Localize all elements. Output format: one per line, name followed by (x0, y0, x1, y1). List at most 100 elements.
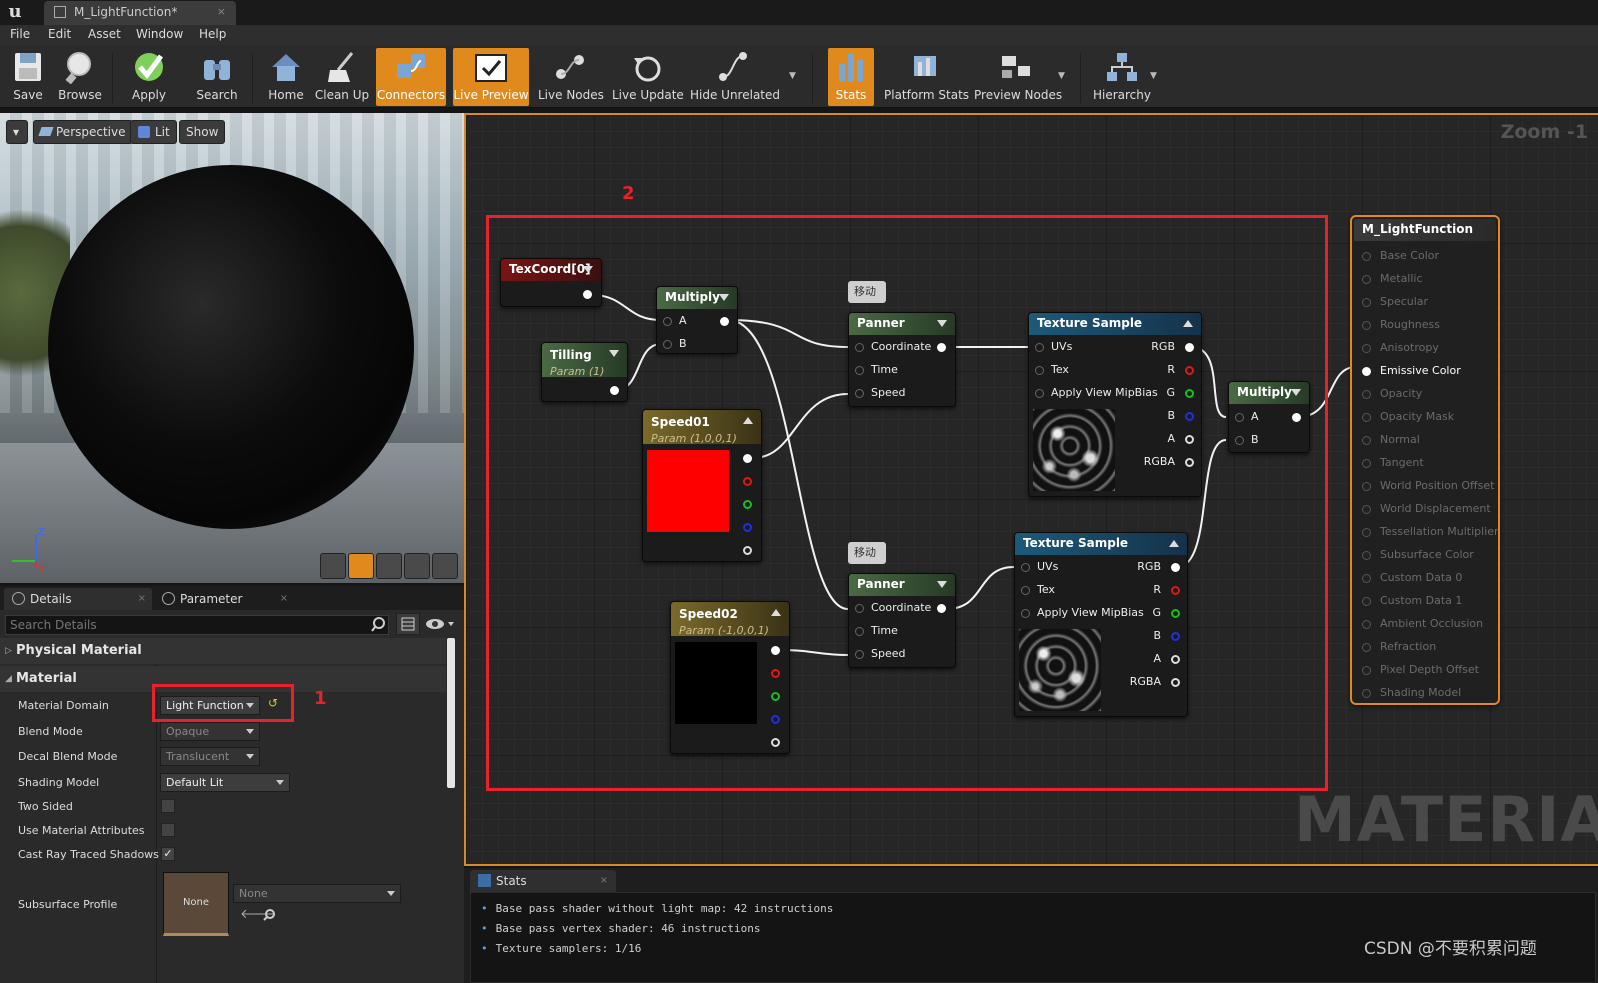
cylinder-preview-button[interactable] (320, 553, 346, 579)
viewport-options-button[interactable]: ▾ (6, 120, 28, 144)
visibility-filter-button[interactable] (424, 615, 456, 633)
search-details-input[interactable] (5, 615, 389, 635)
lit-button[interactable]: Lit (130, 120, 177, 144)
main-material-input-pin[interactable] (1362, 413, 1371, 422)
stats-line: • Base pass shader without light map: 42 … (481, 902, 833, 915)
tab-details[interactable]: Details × (4, 588, 152, 610)
cast-ray-traced-shadows-checkbox[interactable]: ✓ (161, 847, 175, 861)
subsurface-profile-thumb-label: None (182, 897, 210, 908)
plane-preview-button[interactable] (376, 553, 402, 579)
platform-stats-button[interactable]: Platform Stats (884, 48, 970, 106)
sphere-preview-button[interactable] (348, 553, 374, 579)
menu-edit[interactable]: Edit (48, 27, 71, 41)
main-material-input-pin[interactable] (1362, 321, 1371, 330)
toolbar: Save Browse Apply Search Home Clean Up C… (0, 45, 1598, 108)
main-material-input-pin[interactable] (1362, 551, 1371, 560)
main-material-pin-label: Opacity (1380, 387, 1423, 400)
preview-nodes-dropdown-icon[interactable]: ▼ (1058, 71, 1065, 81)
shading-model-dropdown[interactable]: Default Lit (160, 773, 290, 792)
preview-nodes-button[interactable]: Preview Nodes (974, 48, 1062, 106)
hierarchy-dropdown-icon[interactable]: ▼ (1150, 71, 1157, 81)
subsurface-profile-thumbnail[interactable]: None (163, 872, 229, 936)
search-icon[interactable] (370, 616, 388, 634)
live-update-button[interactable]: Live Update (612, 48, 684, 106)
preview-sphere (48, 165, 414, 529)
live-nodes-icon (556, 55, 584, 79)
main-material-pin-label: Normal (1380, 433, 1420, 446)
save-button[interactable]: Save (6, 48, 50, 106)
teapot-preview-button[interactable] (432, 553, 458, 579)
grid-list-icon (401, 617, 415, 631)
main-material-input-pin[interactable] (1362, 298, 1371, 307)
main-material-input-pin[interactable] (1362, 689, 1371, 698)
unreal-logo-icon[interactable]: u (4, 1, 26, 23)
menu-window[interactable]: Window (136, 27, 183, 41)
annotation-box-2 (486, 215, 1328, 791)
clean-up-button[interactable]: Clean Up (314, 48, 370, 106)
stats-line-text: Base pass shader without light map: 42 i… (495, 902, 834, 915)
main-material-input-pin[interactable] (1362, 505, 1371, 514)
subsurface-profile-dropdown[interactable]: None (233, 884, 401, 903)
document-tab[interactable]: M_LightFunction* × (44, 1, 236, 25)
two-sided-checkbox[interactable] (161, 799, 175, 813)
category-physical-material[interactable]: ▷ Physical Material (0, 638, 446, 664)
main-material-pin-label: Pixel Depth Offset (1380, 663, 1479, 676)
two-sided-label: Two Sided (18, 800, 73, 813)
hide-unrelated-button[interactable]: Hide Unrelated (690, 48, 780, 106)
tab-stats[interactable]: Stats × (470, 870, 616, 892)
stats-button[interactable]: Stats (828, 48, 874, 106)
decal-blend-mode-dropdown[interactable]: Translucent (160, 747, 260, 766)
more-options-dropdown-icon[interactable]: ▼ (789, 71, 796, 81)
stats-panel: Stats × • Base pass shader without light … (464, 868, 1598, 983)
show-button[interactable]: Show (179, 120, 226, 144)
close-icon[interactable]: × (600, 870, 608, 892)
menu-bar: File Edit Asset Window Help (0, 25, 1598, 45)
browse-button[interactable]: Browse (56, 48, 104, 106)
show-label: Show (186, 125, 219, 139)
home-button[interactable]: Home (262, 48, 310, 106)
main-material-input-pin[interactable] (1362, 666, 1371, 675)
main-material-input-pin[interactable] (1362, 436, 1371, 445)
csdn-watermark: CSDN @不要积累问题 (1364, 939, 1537, 959)
main-material-input-pin[interactable] (1362, 275, 1371, 284)
subsurface-profile-value: None (239, 887, 268, 900)
main-material-input-pin[interactable] (1362, 390, 1371, 399)
blend-mode-dropdown[interactable]: Opaque (160, 722, 260, 741)
main-material-input-pin[interactable] (1362, 367, 1371, 376)
close-icon[interactable]: × (138, 588, 146, 610)
platform-stats-icon (914, 56, 936, 76)
details-scrollbar[interactable] (447, 638, 455, 788)
menu-file[interactable]: File (10, 27, 30, 41)
platform-stats-label: Platform Stats (884, 88, 970, 102)
main-material-input-pin[interactable] (1362, 344, 1371, 353)
view-options-button[interactable] (396, 613, 420, 635)
cube-preview-button[interactable] (404, 553, 430, 579)
menu-asset[interactable]: Asset (88, 27, 121, 41)
close-tab-icon[interactable]: × (217, 1, 226, 23)
apply-button[interactable]: Apply (124, 48, 174, 106)
use-material-attributes-label: Use Material Attributes (18, 824, 145, 837)
eye-icon (426, 619, 454, 629)
main-material-input-pin[interactable] (1362, 459, 1371, 468)
main-material-node[interactable]: M_LightFunction Base Color Metallic Specul… (1350, 215, 1500, 705)
main-material-input-pin[interactable] (1362, 597, 1371, 606)
preview-viewport[interactable]: ▾ Perspective Lit Show Z X (0, 113, 464, 583)
material-graph[interactable]: Zoom -1 MATERIAL TexCoord[0] (464, 113, 1598, 866)
connectors-button[interactable]: Connectors (376, 48, 446, 106)
main-material-input-pin[interactable] (1362, 574, 1371, 583)
hierarchy-button[interactable]: Hierarchy (1092, 48, 1152, 106)
main-material-input-pin[interactable] (1362, 482, 1371, 491)
main-material-input-pin[interactable] (1362, 643, 1371, 652)
main-material-input-pin[interactable] (1362, 528, 1371, 537)
menu-help[interactable]: Help (199, 27, 226, 41)
live-nodes-button[interactable]: Live Nodes (538, 48, 604, 106)
browse-asset-icon[interactable] (262, 908, 276, 922)
main-material-input-pin[interactable] (1362, 620, 1371, 629)
live-preview-button[interactable]: Live Preview (453, 48, 529, 106)
main-material-input-pin[interactable] (1362, 252, 1371, 261)
search-button[interactable]: Search (192, 48, 242, 106)
use-material-attributes-checkbox[interactable] (161, 823, 175, 837)
perspective-button[interactable]: Perspective (33, 120, 133, 144)
tab-parameter-defaults[interactable]: Parameter Defaults × (154, 588, 294, 610)
close-icon[interactable]: × (280, 588, 288, 610)
